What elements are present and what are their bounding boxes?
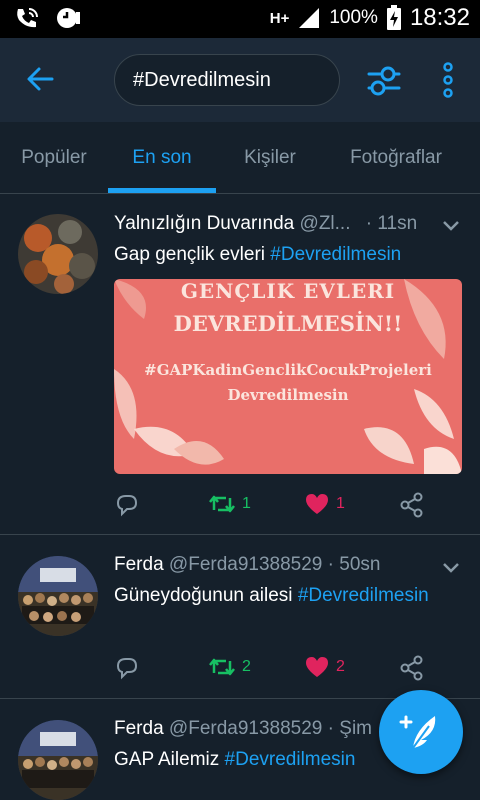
avatar[interactable] xyxy=(18,214,98,294)
author-name[interactable]: Ferda xyxy=(114,718,164,739)
retweet-count: 1 xyxy=(242,495,251,512)
retweet-button[interactable]: 2 xyxy=(208,655,251,679)
tweet-time: · Şim xyxy=(327,718,372,739)
search-input[interactable]: #Devredilmesin xyxy=(114,54,340,106)
retweet-icon xyxy=(209,658,235,676)
app-bar: #Devredilmesin xyxy=(0,38,480,122)
avatar[interactable] xyxy=(18,720,98,800)
retweet-count: 2 xyxy=(242,658,251,675)
chevron-down-icon[interactable] xyxy=(442,220,460,232)
tweet-time: · 50sn xyxy=(327,554,381,575)
hashtag-link[interactable]: #Devredilmesin xyxy=(225,749,356,770)
like-count: 1 xyxy=(336,495,345,512)
tweet-actions: 2 2 xyxy=(114,655,434,685)
tab-people[interactable]: Kişiler xyxy=(216,122,324,194)
tweet-header: Yalnızlığın Duvarında @Zl... · 11sn xyxy=(114,213,417,235)
compose-tweet-button[interactable] xyxy=(379,690,463,774)
signal-icon xyxy=(299,8,320,28)
share-icon xyxy=(400,492,423,518)
author-name[interactable]: Yalnızlığın Duvarında xyxy=(114,213,294,234)
tab-latest[interactable]: En son xyxy=(108,122,216,194)
battery-charging-icon xyxy=(386,5,401,30)
author-handle[interactable]: @Ferda91388529 xyxy=(169,554,322,575)
tweet-body: Güneydoğunun ailesi xyxy=(114,585,298,606)
status-bar: H+ 100% 18:32 xyxy=(0,0,480,38)
tab-popular[interactable]: Popüler xyxy=(0,122,108,194)
share-button[interactable] xyxy=(400,492,424,518)
hashtag-link[interactable]: #Devredilmesin xyxy=(270,244,401,265)
author-handle[interactable]: @Ferda91388529 xyxy=(169,718,322,739)
image-text-line2: DEVREDİLMESİN!! xyxy=(173,311,403,336)
tweet-body: Gap gençlik evleri xyxy=(114,244,271,265)
tweet-header: Ferda @Ferda91388529 · Şim xyxy=(114,718,372,740)
tweet-actions: 1 1 xyxy=(114,492,434,522)
reply-icon xyxy=(116,495,138,517)
tweet-image[interactable]: GENÇLIK EVLERI DEVREDİLMESİN!! #GAPKadin… xyxy=(114,279,462,474)
reply-icon xyxy=(116,658,138,680)
image-text-line3: #GAPKadinGenclikCocukProjeleri xyxy=(144,361,432,379)
heart-icon xyxy=(306,494,328,514)
voicemail-icon xyxy=(57,8,80,28)
clock: 18:32 xyxy=(409,4,470,31)
tab-photos[interactable]: Fotoğraflar xyxy=(324,122,468,194)
author-name[interactable]: Ferda xyxy=(114,554,164,575)
image-text-line4: Devredilmesin xyxy=(227,386,349,404)
tweet-body: GAP Ailemiz xyxy=(114,749,225,770)
like-button[interactable]: 2 xyxy=(304,655,345,679)
author-handle[interactable]: @Zl... xyxy=(300,213,351,234)
hashtag-link[interactable]: #Devredilmesin xyxy=(298,585,429,606)
like-button[interactable]: 1 xyxy=(304,492,345,516)
retweet-icon xyxy=(209,495,235,513)
search-tabs: Popüler En son Kişiler Fotoğraflar xyxy=(0,122,480,194)
retweet-button[interactable]: 1 xyxy=(208,492,251,516)
tweet-time: · 11sn xyxy=(365,213,418,234)
tweet[interactable]: Yalnızlığın Duvarında @Zl... · 11sn Gap … xyxy=(0,194,480,535)
tweet-header: Ferda @Ferda91388529 · 50sn xyxy=(114,554,380,576)
share-icon xyxy=(400,655,423,681)
compose-feather-icon xyxy=(399,715,436,749)
network-type: H+ xyxy=(269,9,290,27)
share-button[interactable] xyxy=(400,655,424,681)
image-text-line1: GENÇLIK EVLERI xyxy=(180,279,396,303)
back-arrow-icon[interactable] xyxy=(26,64,56,94)
tweet[interactable]: Ferda @Ferda91388529 · 50sn Güneydoğunun… xyxy=(0,535,480,699)
chevron-down-icon[interactable] xyxy=(442,562,460,574)
wifi-call-icon xyxy=(17,8,38,28)
reply-button[interactable] xyxy=(114,492,140,518)
battery-percent: 100% xyxy=(329,7,378,28)
like-count: 2 xyxy=(336,658,345,675)
filter-icon[interactable] xyxy=(366,62,402,98)
active-tab-indicator xyxy=(108,188,216,193)
heart-icon xyxy=(306,657,328,677)
more-options-icon[interactable] xyxy=(440,62,456,98)
avatar[interactable] xyxy=(18,556,98,636)
reply-button[interactable] xyxy=(114,655,140,681)
tweet-text: GAP Ailemiz #Devredilmesin xyxy=(114,749,355,771)
tweet-text: Güneydoğunun ailesi #Devredilmesin xyxy=(114,585,429,607)
tweet-text: Gap gençlik evleri #Devredilmesin xyxy=(114,244,401,266)
